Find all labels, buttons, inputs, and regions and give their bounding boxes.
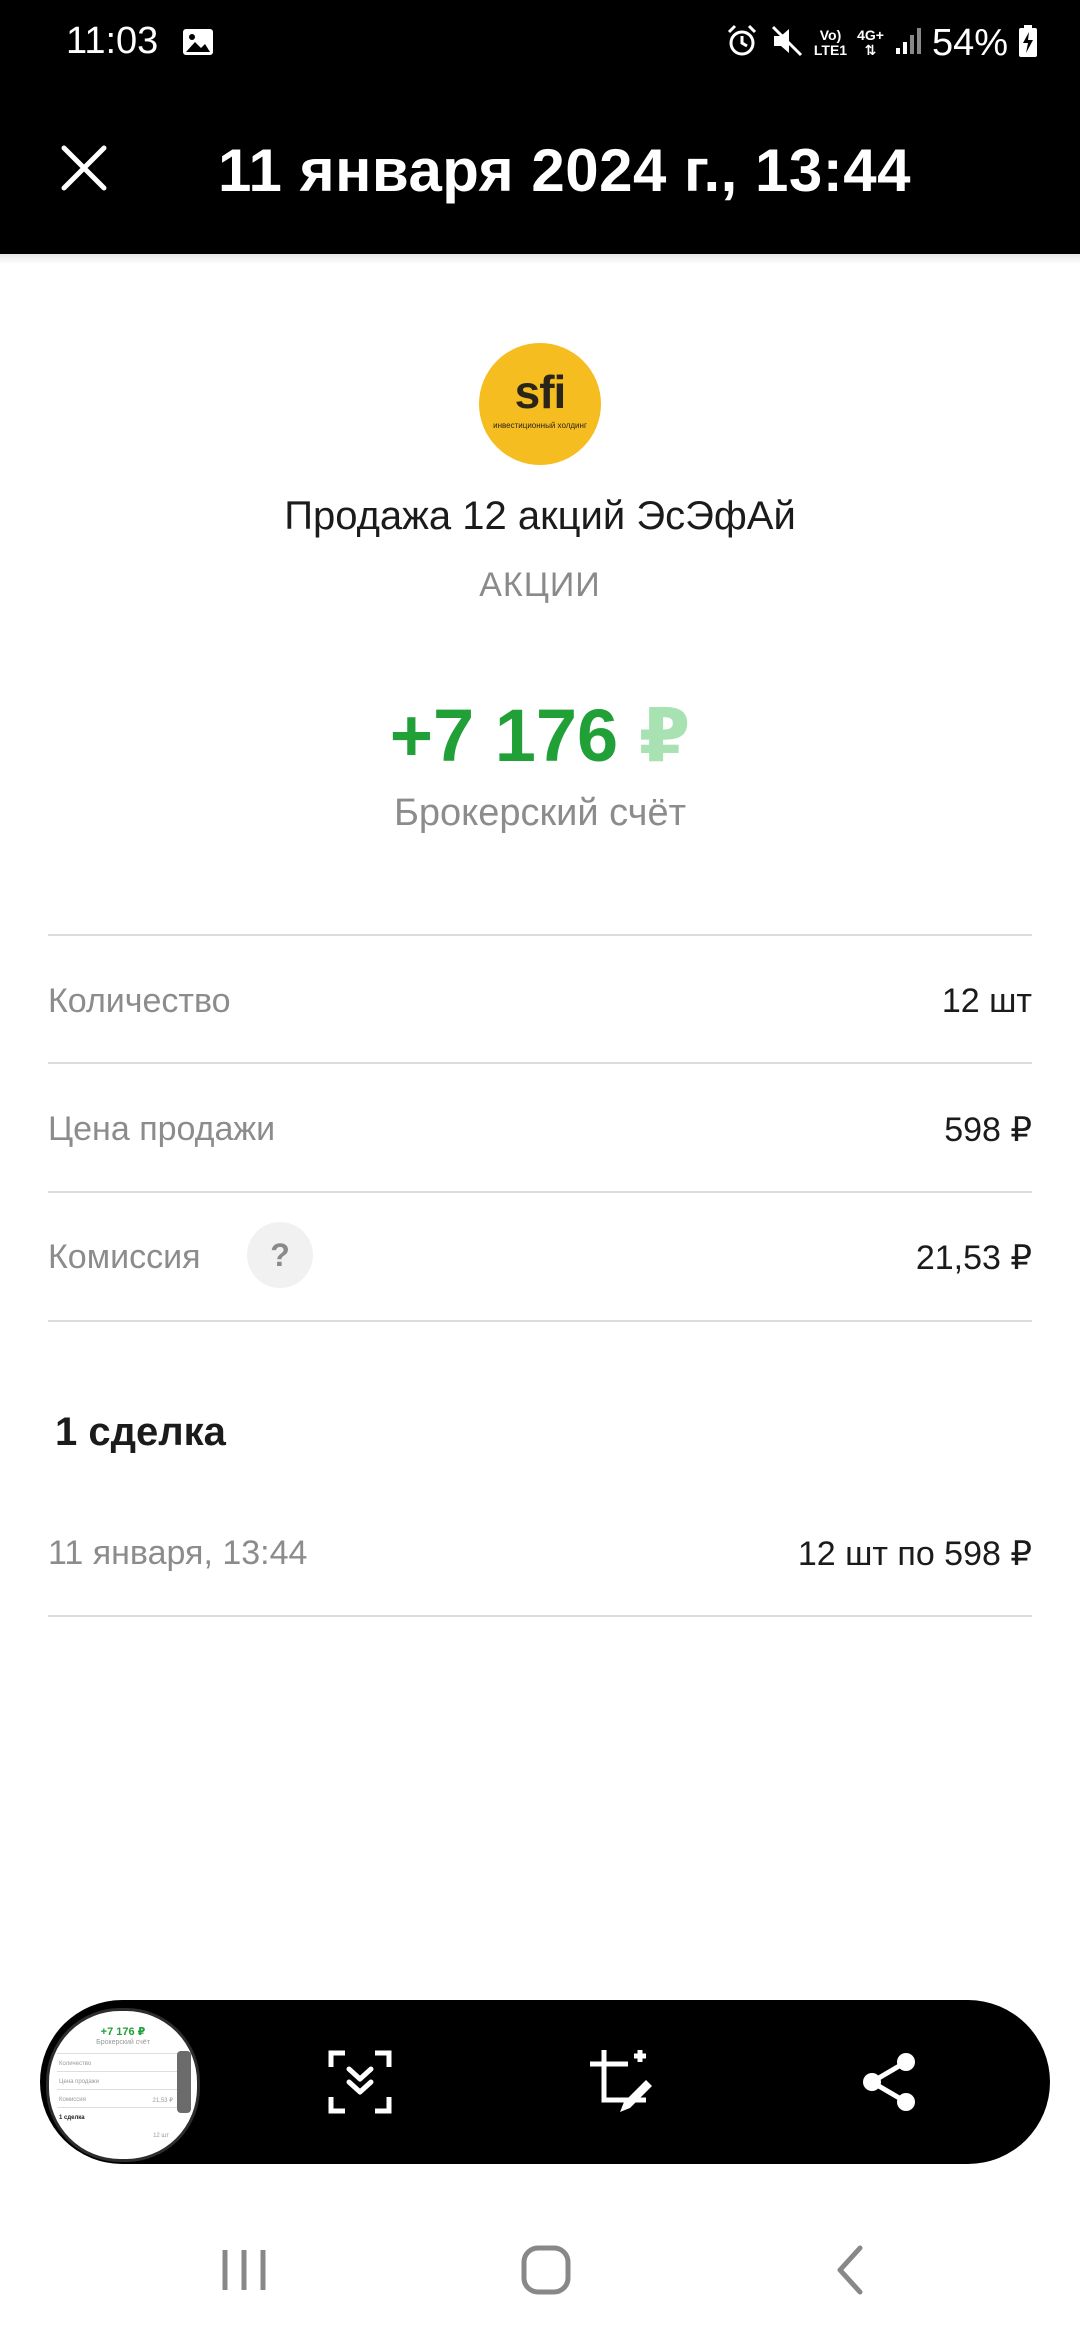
gallery-notification-icon xyxy=(182,28,214,61)
page-title: 11 января 2024 г., 13:44 xyxy=(218,137,911,204)
commission-help-button[interactable]: ? xyxy=(247,1222,313,1288)
operation-amount: +7 176 ₽ xyxy=(0,693,1080,779)
divider xyxy=(48,1062,1032,1064)
signal-icon xyxy=(894,26,922,61)
operation-title: Продажа 12 акций ЭсЭфАй xyxy=(284,494,796,538)
alarm-icon xyxy=(724,23,760,64)
divider xyxy=(48,1191,1032,1193)
status-right-cluster: Vo) LTE1 4G+ ⇅ 54% xyxy=(724,16,1038,70)
amount-value: +7 176 xyxy=(389,694,619,777)
deals-heading: 1 сделка xyxy=(55,1410,226,1454)
amount-currency: ₽ xyxy=(638,694,691,777)
status-time: 11:03 xyxy=(66,20,159,62)
back-icon[interactable] xyxy=(800,2230,900,2310)
divider xyxy=(48,1320,1032,1322)
company-logo: sfi инвестиционный холдинг xyxy=(479,343,601,465)
quantity-value: 12 шт xyxy=(941,982,1032,1020)
data-type-indicator: 4G+ ⇅ xyxy=(857,27,884,58)
deal-summary[interactable]: 12 шт по 598 ₽ xyxy=(798,1534,1032,1574)
crop-edit-icon[interactable] xyxy=(580,2040,664,2124)
screenshot-toolbar: +7 176 ₽ Брокерский счёт Количество Цена… xyxy=(40,2000,1050,2164)
home-icon[interactable] xyxy=(496,2230,596,2310)
divider xyxy=(48,1615,1032,1617)
header-shadow xyxy=(0,254,1080,264)
sale-price-value: 598 ₽ xyxy=(944,1111,1032,1149)
share-icon[interactable] xyxy=(848,2040,932,2124)
operation-category: АКЦИИ xyxy=(479,566,601,604)
battery-charging-icon xyxy=(1018,24,1038,63)
commission-value: 21,53 ₽ xyxy=(915,1239,1032,1277)
battery-percent: 54% xyxy=(931,21,1008,64)
quantity-label: Количество xyxy=(48,982,231,1020)
close-icon[interactable] xyxy=(44,128,124,208)
deal-time[interactable]: 11 января, 13:44 xyxy=(48,1534,307,1573)
scroll-capture-icon[interactable] xyxy=(318,2040,402,2124)
divider xyxy=(48,934,1032,936)
volte-indicator: Vo) LTE1 xyxy=(813,27,848,58)
header-bar: 11 января 2024 г., 13:44 xyxy=(0,86,1080,254)
recent-apps-icon[interactable] xyxy=(194,2230,294,2310)
mute-icon xyxy=(770,24,804,63)
navigation-bar xyxy=(0,2190,1080,2340)
screenshot-thumbnail[interactable]: +7 176 ₽ Брокерский счёт Количество Цена… xyxy=(46,2008,200,2162)
commission-label: Комиссия xyxy=(48,1238,201,1276)
status-bar: 11:03 Vo) LTE1 4G+ ⇅ 54% xyxy=(0,0,1080,86)
sale-price-label: Цена продажи xyxy=(48,1110,276,1148)
account-label: Брокерский счёт xyxy=(393,792,687,834)
